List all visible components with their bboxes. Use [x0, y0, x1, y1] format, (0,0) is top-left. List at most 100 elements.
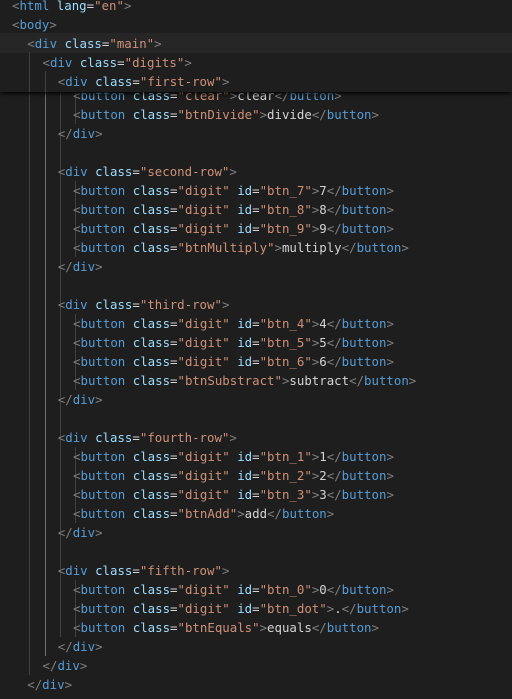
- code-line[interactable]: </div>: [58, 257, 103, 276]
- code-token: button: [341, 221, 387, 236]
- code-line[interactable]: <button class="digit" id="btn_dot">.</bu…: [73, 599, 409, 618]
- code-token: "btn_7": [259, 183, 312, 198]
- code-line[interactable]: </div>: [58, 523, 103, 542]
- code-token: class: [132, 240, 171, 255]
- code-token: id: [237, 335, 253, 350]
- code-line[interactable]: </div>: [58, 637, 103, 656]
- code-line[interactable]: <button class="digit" id="btn_4">4</butt…: [73, 314, 394, 333]
- sticky-code-line[interactable]: <div class="first-row">: [58, 72, 230, 91]
- code-editor[interactable]: <button class="clear">clear</button> <but…: [0, 0, 512, 699]
- code-token: button: [80, 335, 126, 350]
- code-token: "digit": [177, 449, 230, 464]
- code-token: 4: [319, 316, 327, 331]
- code-line[interactable]: </div>: [43, 656, 88, 675]
- code-line[interactable]: </div>: [58, 390, 103, 409]
- code-line[interactable]: </div>: [27, 675, 72, 694]
- code-token: button: [80, 506, 126, 521]
- code-token: >: [386, 449, 394, 464]
- sticky-code-line[interactable]: <html lang="en">: [12, 0, 131, 15]
- code-token: >: [386, 354, 394, 369]
- code-token: >: [371, 620, 379, 635]
- code-token: <: [73, 601, 81, 616]
- code-token: =: [170, 373, 178, 388]
- code-token: div: [57, 658, 80, 673]
- sticky-scroll-header[interactable]: <html lang="en"> <body> <div class="main">…: [0, 0, 512, 92]
- code-token: >: [326, 506, 335, 521]
- code-token: </: [341, 601, 357, 616]
- code-token: "fourth-row": [139, 430, 230, 445]
- code-token: "btnMultiply": [177, 240, 275, 255]
- code-token: id: [237, 487, 253, 502]
- code-line[interactable]: <button class="digit" id="btn_7">7</butt…: [73, 181, 394, 200]
- code-line[interactable]: <button class="btnMultiply">multiply</bu…: [73, 238, 409, 257]
- code-line[interactable]: <button class="digit" id="btn_0">0</butt…: [73, 580, 394, 599]
- code-token: button: [80, 107, 126, 122]
- code-token: >: [371, 107, 379, 122]
- code-token: button: [364, 373, 409, 388]
- code-token: div: [72, 126, 96, 141]
- code-token: =: [252, 601, 260, 616]
- code-token: "btn_3": [259, 487, 312, 502]
- code-line[interactable]: <div class="third-row">: [58, 295, 230, 314]
- code-line[interactable]: <div class="fourth-row">: [58, 428, 237, 447]
- code-token: "digit": [177, 487, 230, 502]
- code-token: div: [65, 297, 88, 312]
- code-token: button: [80, 316, 126, 331]
- code-token: "btn_1": [259, 449, 312, 464]
- code-token: >: [64, 677, 73, 692]
- code-line[interactable]: <div class="fifth-row">: [58, 561, 230, 580]
- code-token: =: [252, 468, 260, 483]
- code-line[interactable]: <button class="btnDivide">divide</button…: [73, 105, 379, 124]
- code-token: id: [237, 221, 253, 236]
- code-token: "btnAdd": [177, 506, 238, 521]
- code-token: button: [326, 620, 372, 635]
- code-line[interactable]: <button class="digit" id="btn_2">2</butt…: [73, 466, 394, 485]
- code-line[interactable]: <button class="btnAdd">add</button>: [73, 504, 334, 523]
- code-line[interactable]: <button class="btnSubstract">subtract</b…: [73, 371, 416, 390]
- code-token: class: [132, 316, 171, 331]
- code-line[interactable]: <div class="second-row">: [58, 162, 237, 181]
- code-line[interactable]: <button class="digit" id="btn_8">8</butt…: [73, 200, 394, 219]
- code-token: "btn_8": [259, 202, 312, 217]
- code-token: <: [73, 335, 81, 350]
- code-line[interactable]: </div>: [58, 124, 103, 143]
- code-token: >: [237, 506, 245, 521]
- code-token: <: [73, 354, 81, 369]
- code-token: "fifth-row": [139, 563, 222, 578]
- code-token: =: [170, 221, 178, 236]
- code-token: >: [221, 563, 230, 578]
- code-line[interactable]: <button class="digit" id="btn_1">1</butt…: [73, 447, 394, 466]
- code-token: >: [386, 468, 394, 483]
- code-token: div: [65, 563, 88, 578]
- code-line[interactable]: <button class="digit" id="btn_9">9</butt…: [73, 219, 394, 238]
- code-token: >: [221, 297, 230, 312]
- code-token: "btn_4": [259, 316, 312, 331]
- code-token: >: [95, 525, 103, 540]
- code-line[interactable]: <button class="digit" id="btn_3">3</butt…: [73, 485, 394, 504]
- sticky-code-line[interactable]: <div class="main">: [27, 34, 161, 53]
- code-token: >: [79, 658, 88, 673]
- code-token: button: [80, 449, 126, 464]
- code-token: =: [252, 335, 260, 350]
- code-token: id: [237, 582, 253, 597]
- code-token: "digit": [177, 582, 230, 597]
- code-token: </: [326, 316, 342, 331]
- code-token: "digit": [177, 335, 230, 350]
- code-token: </: [326, 487, 342, 502]
- sticky-code-line[interactable]: <body>: [12, 15, 57, 34]
- code-line[interactable]: <button class="digit" id="btn_5">5</butt…: [73, 333, 394, 352]
- sticky-code-line[interactable]: <div class="digits">: [43, 53, 192, 72]
- code-token: >: [95, 392, 103, 407]
- code-area[interactable]: <button class="clear">clear</button> <but…: [0, 0, 512, 699]
- code-token: button: [341, 335, 387, 350]
- code-line[interactable]: <button class="digit" id="btn_6">6</butt…: [73, 352, 394, 371]
- code-token: =: [252, 354, 260, 369]
- code-token: button: [80, 354, 126, 369]
- indent-guide: [45, 71, 46, 92]
- code-line[interactable]: <button class="btnEquals">equals</button…: [73, 618, 379, 637]
- code-token: div: [65, 164, 88, 179]
- code-token: </: [326, 582, 342, 597]
